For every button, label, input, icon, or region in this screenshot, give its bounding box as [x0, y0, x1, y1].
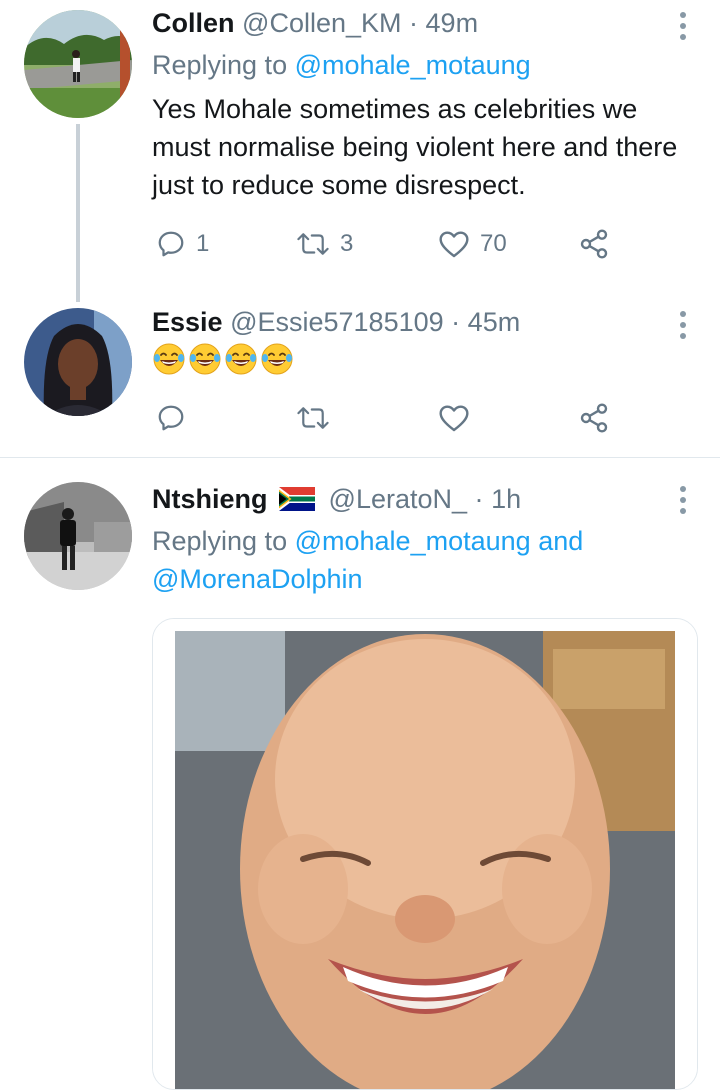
- south-africa-flag-icon: [279, 486, 316, 520]
- like-count: 70: [480, 230, 507, 257]
- avatar-essie[interactable]: [24, 308, 132, 416]
- avatar-ntshieng[interactable]: [24, 482, 132, 590]
- tweet-essie[interactable]: Essie @Essie57185109 · 45m 😂😂😂😂: [0, 300, 720, 456]
- display-name[interactable]: Essie: [152, 307, 223, 337]
- retweet-button[interactable]: 3: [296, 224, 353, 264]
- tweet-collen[interactable]: Collen @Collen_KM · 49m Replying to @moh…: [0, 0, 720, 302]
- share-button[interactable]: [578, 398, 610, 438]
- more-vertical-icon[interactable]: [680, 311, 688, 344]
- tweet-actions: [152, 398, 622, 438]
- share-button[interactable]: [578, 224, 610, 264]
- replying-to-user-link[interactable]: @mohale_motaung: [295, 526, 531, 556]
- replying-to-and[interactable]: and: [538, 526, 583, 556]
- retweet-count: 3: [340, 230, 354, 257]
- laughing-emoji-icon: [189, 343, 221, 375]
- share-icon: [580, 403, 608, 433]
- replying-to-label: Replying to: [152, 526, 288, 556]
- thread-line: [76, 124, 80, 302]
- tweet-media-image[interactable]: [152, 618, 698, 1090]
- tweet-actions: 1 3 70: [152, 224, 622, 264]
- avatar-collen[interactable]: [24, 10, 132, 118]
- laughing-emoji-icon: [153, 343, 185, 375]
- tweet-header: Collen @Collen_KM · 49m: [152, 6, 478, 40]
- tweet-header: Ntshieng @LeratoN_ · 1h: [152, 482, 521, 520]
- tweet-header: Essie @Essie57185109 · 45m: [152, 305, 520, 339]
- display-name[interactable]: Ntshieng: [152, 484, 268, 514]
- like-icon: [439, 405, 469, 432]
- tweet-ntshieng[interactable]: Ntshieng @LeratoN_ · 1h Replying to @moh…: [0, 458, 720, 1090]
- like-button[interactable]: [438, 398, 470, 438]
- replying-to-user-link[interactable]: @mohale_motaung: [295, 50, 531, 80]
- replying-to: Replying to @mohale_motaung and @MorenaD…: [152, 522, 672, 598]
- reply-button[interactable]: [156, 398, 186, 438]
- more-vertical-icon[interactable]: [680, 12, 688, 45]
- laughing-emoji-icon: [225, 343, 257, 375]
- replying-to: Replying to @mohale_motaung: [152, 46, 531, 84]
- like-icon: [439, 231, 469, 258]
- reply-icon: [158, 405, 184, 431]
- replying-to-label: Replying to: [152, 50, 288, 80]
- timestamp[interactable]: 49m: [426, 8, 479, 38]
- timestamp[interactable]: 45m: [468, 307, 521, 337]
- emoji-row: [152, 343, 296, 382]
- reply-count: 1: [196, 230, 210, 257]
- tweet-text: 😂😂😂😂: [152, 342, 702, 386]
- replying-to-user-link[interactable]: @MorenaDolphin: [152, 564, 363, 594]
- more-vertical-icon[interactable]: [680, 486, 688, 519]
- dot-separator: ·: [474, 484, 484, 514]
- retweet-icon: [297, 407, 329, 429]
- like-button[interactable]: 70: [438, 224, 507, 264]
- share-icon: [580, 229, 608, 259]
- reply-icon: [158, 231, 184, 257]
- reply-button[interactable]: 1: [156, 224, 209, 264]
- handle[interactable]: @Essie57185109: [230, 307, 444, 337]
- timestamp[interactable]: 1h: [491, 484, 521, 514]
- handle[interactable]: @Collen_KM: [242, 8, 401, 38]
- handle[interactable]: @LeratoN_: [329, 484, 467, 514]
- dot-separator: ·: [409, 8, 419, 38]
- tweet-text: Yes Mohale sometimes as celebrities we m…: [152, 94, 678, 200]
- laughing-emoji-icon: [261, 343, 293, 375]
- retweet-icon: [297, 233, 329, 255]
- retweet-button[interactable]: [296, 398, 330, 438]
- dot-separator: ·: [451, 307, 461, 337]
- display-name[interactable]: Collen: [152, 8, 235, 38]
